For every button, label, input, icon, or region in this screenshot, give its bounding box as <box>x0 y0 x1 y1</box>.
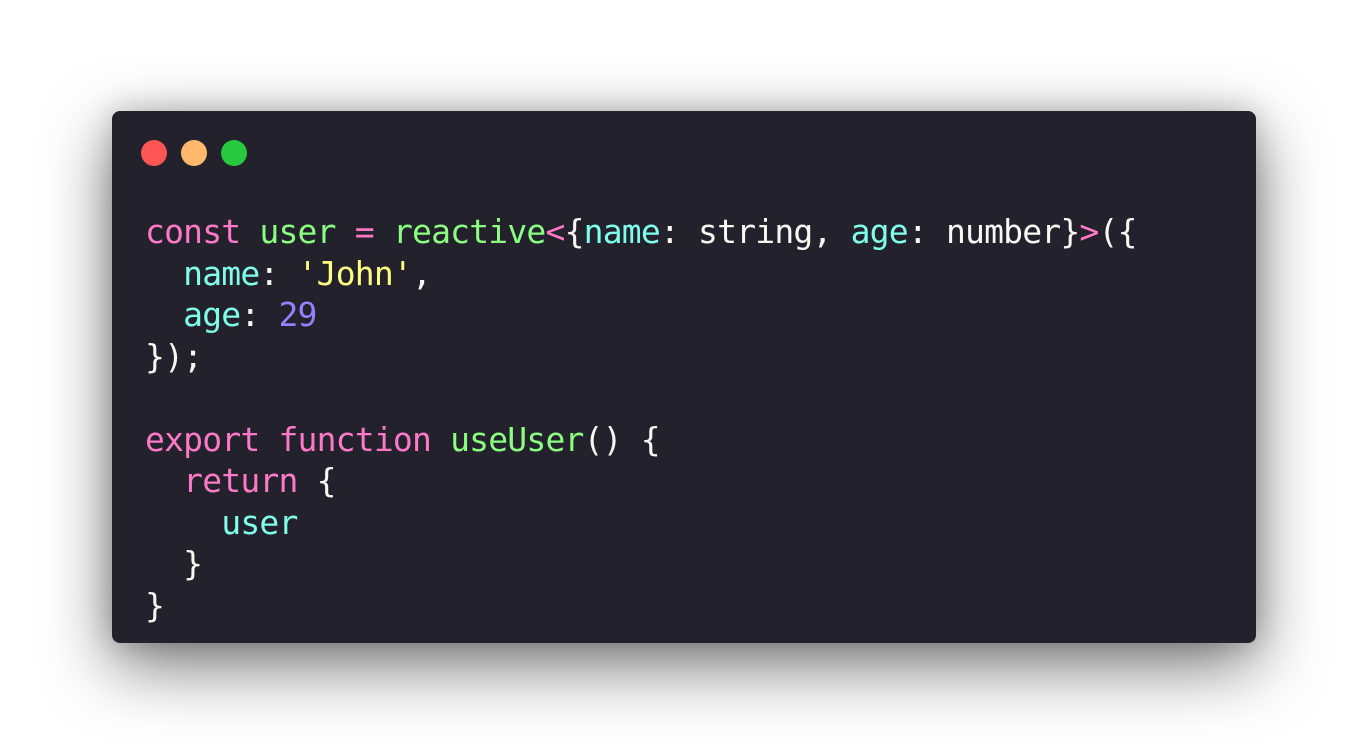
code-line: }); <box>145 336 1137 378</box>
code-token-keyword: return <box>183 461 298 500</box>
code-token-property: age <box>850 212 909 251</box>
code-token-plain: { <box>297 461 337 500</box>
window-controls <box>141 140 247 166</box>
code-token-plain: : string, <box>659 212 851 251</box>
code-line: const user = reactive<{name: string, age… <box>145 211 1137 253</box>
code-line: } <box>145 543 1137 585</box>
code-token-plain: () { <box>583 419 661 459</box>
code-token-plain: } <box>145 585 165 625</box>
code-line: } <box>145 585 1137 627</box>
code-line: user <box>145 502 1137 544</box>
code-line: return { <box>145 460 1137 502</box>
code-token-number: 29 <box>278 295 317 334</box>
code-token-property: user <box>221 502 298 542</box>
canvas: const user = reactive<{name: string, age… <box>0 0 1368 754</box>
code-token-keyword: = <box>354 212 375 251</box>
code-token-string: 'John' <box>297 253 413 293</box>
code-line: age: 29 <box>145 294 1137 336</box>
code-token-keyword: export <box>145 419 260 459</box>
code-line: export function useUser() { <box>145 419 1137 461</box>
code-token-property: name <box>183 253 260 293</box>
code-token-keyword: < <box>545 212 565 251</box>
code-token-identifier: reactive <box>392 212 546 251</box>
code-token-property: name <box>583 212 661 251</box>
close-button[interactable] <box>141 140 167 166</box>
code-token-plain: ({ <box>1098 212 1138 251</box>
code-token-plain: : number} <box>907 212 1080 251</box>
code-token-identifier: useUser <box>450 419 584 459</box>
code-token-keyword: function <box>278 419 432 459</box>
code-token-plain: : <box>240 295 279 334</box>
minimize-button[interactable] <box>181 140 207 166</box>
code-token-keyword: const <box>145 212 241 251</box>
code-token-property: age <box>183 295 241 334</box>
code-token-plain: } <box>145 544 203 583</box>
code-token-plain: { <box>564 212 585 251</box>
code-token-keyword: > <box>1079 212 1099 251</box>
code-token-plain: : <box>259 253 298 293</box>
code-token-plain: , <box>411 253 432 293</box>
code-block: const user = reactive<{name: string, age… <box>145 211 1137 626</box>
code-token-plain: }); <box>145 336 203 376</box>
maximize-button[interactable] <box>221 140 247 166</box>
code-token-identifier: user <box>259 212 336 251</box>
code-line: name: 'John', <box>145 253 1137 295</box>
code-window: const user = reactive<{name: string, age… <box>112 111 1256 643</box>
